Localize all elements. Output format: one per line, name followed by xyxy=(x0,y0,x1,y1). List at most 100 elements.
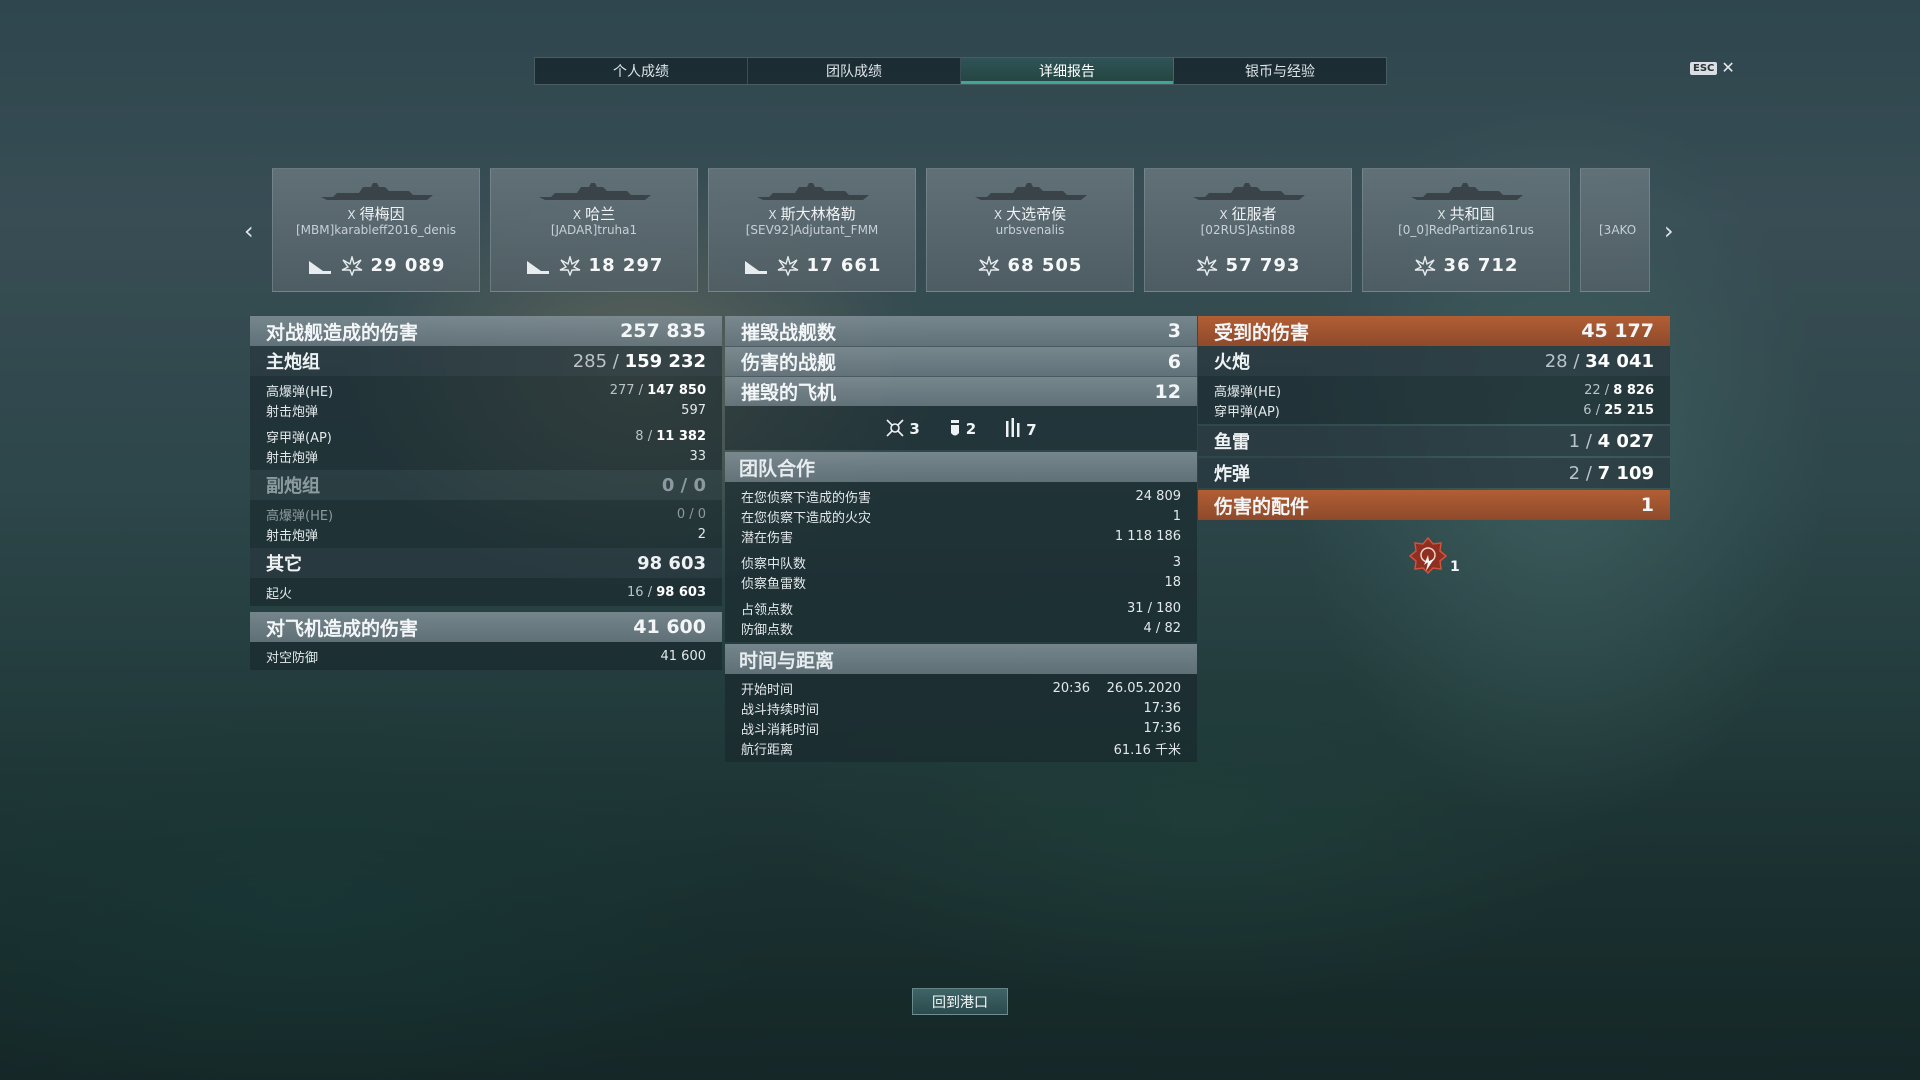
player-name: [3AKO xyxy=(1599,223,1637,237)
ship-tier: X xyxy=(993,208,1003,222)
ship-name: 得梅因 xyxy=(359,205,405,223)
ship-damage: 18 297 xyxy=(588,255,664,276)
defense-points-label: 防御点数 xyxy=(741,622,794,638)
battleship-silhouette-icon xyxy=(975,183,1087,200)
ship-damage: 57 793 xyxy=(1225,255,1301,276)
ship-card[interactable]: X 征服者 [02RUS]Astin88 57 793 xyxy=(1144,168,1352,292)
ship-card[interactable]: X 得梅因 [MBM]karableff2016_denis 29 089 xyxy=(272,168,480,292)
guns-damage: 34 041 xyxy=(1585,350,1654,372)
ship-damage: 17 661 xyxy=(806,255,882,276)
fighter-count: 3 xyxy=(909,420,920,438)
destroyed-planes-value: 12 xyxy=(1154,380,1181,403)
ship-tier: X xyxy=(1219,208,1228,222)
spotted-squads-label: 侦察中队数 xyxy=(741,556,807,572)
spotted-torps-value: 18 xyxy=(1164,574,1181,590)
battleship-silhouette-icon xyxy=(757,183,869,200)
bomber-icon xyxy=(950,420,959,436)
chevron-left-icon: ‹ xyxy=(244,217,254,245)
bomb-damage: 7 109 xyxy=(1597,462,1654,484)
ship-damage: 36 712 xyxy=(1443,255,1519,276)
ship-name: 斯大林格勒 xyxy=(780,205,856,223)
damage-icon xyxy=(777,255,798,276)
potential-damage-label: 潜在伤害 xyxy=(741,530,794,546)
ship-name: 共和国 xyxy=(1449,205,1495,223)
damage-to-aircraft-value: 41 600 xyxy=(633,616,706,638)
fire-hits: 16 xyxy=(627,584,644,600)
damage-received-label: 受到的伤害 xyxy=(1214,321,1310,344)
damage-to-ships-value: 257 835 xyxy=(620,320,706,342)
battleship-silhouette-icon xyxy=(539,183,651,200)
ap-shots-label: 射击炮弹 xyxy=(266,450,319,466)
recv-ap-damage: 25 215 xyxy=(1604,402,1654,418)
ap-damage: 11 382 xyxy=(656,428,706,444)
ship-card[interactable]: X 共和国 [0_0]RedPartizan61rus 36 712 xyxy=(1362,168,1570,292)
main-battery-label: 主炮组 xyxy=(266,352,320,373)
recv-he-damage: 8 826 xyxy=(1613,382,1654,398)
ap-hits: 8 xyxy=(635,428,644,444)
damaged-ships-value: 6 xyxy=(1167,350,1181,373)
return-to-port-button[interactable]: 回到港口 xyxy=(912,988,1008,1015)
fire-label: 起火 xyxy=(266,586,293,602)
start-time-value: 20:36 xyxy=(1052,680,1091,696)
elapsed-label: 战斗消耗时间 xyxy=(741,722,820,738)
distance-value: 61.16 千米 xyxy=(1113,742,1181,758)
battleship-silhouette-icon xyxy=(1411,183,1523,200)
plane-types-strip: 3 2 7 xyxy=(725,406,1197,450)
other-label: 其它 xyxy=(266,554,302,575)
ship-card[interactable]: X 斯大林格勒 [SEV92]Adjutant_FMM 17 661 xyxy=(708,168,916,292)
ship-tier: X xyxy=(347,208,356,222)
tab-personal[interactable]: 个人成绩 xyxy=(535,58,748,84)
tab-team[interactable]: 团队成绩 xyxy=(748,58,961,84)
damage-dealt-panel: 对战舰造成的伤害 257 835 主炮组 285 / 159 232 高爆弹(H… xyxy=(250,316,722,670)
close-button[interactable]: ESC ✕ xyxy=(1690,60,1735,76)
recv-he-label: 高爆弹(HE) xyxy=(1214,384,1282,400)
ship-tier: X xyxy=(1437,208,1446,222)
damage-icon xyxy=(559,255,580,276)
esc-key-icon: ESC xyxy=(1690,61,1718,75)
start-time-label: 开始时间 xyxy=(741,682,794,698)
player-name: [0_0]RedPartizan61rus xyxy=(1398,223,1534,237)
carousel-next-button[interactable]: › xyxy=(1664,217,1674,245)
torpedo-hits: 1 xyxy=(1568,430,1581,452)
sunk-icon xyxy=(308,260,331,274)
ship-name: 哈兰 xyxy=(585,205,616,223)
ship-card[interactable]: X 大选帝侯 urbsvenalis 68 505 xyxy=(926,168,1134,292)
destroyed-ships-value: 3 xyxy=(1167,320,1181,342)
tab-credits-xp[interactable]: 银币与经验 xyxy=(1174,58,1386,84)
kills-team-panel: 摧毁战舰数 3 伤害的战舰 6 摧毁的飞机 12 3 2 7 团队合作 在您侦察… xyxy=(725,316,1197,762)
chevron-right-icon: › xyxy=(1664,217,1674,245)
he-damage: 147 850 xyxy=(647,382,706,398)
damaged-modules-label: 伤害的配件 xyxy=(1214,495,1310,518)
spot-fires-value: 1 xyxy=(1172,508,1181,524)
sec-shots-label: 射击炮弹 xyxy=(266,528,319,544)
distance-label: 航行距离 xyxy=(741,742,794,758)
tab-detailed-report[interactable]: 详细报告 xyxy=(961,58,1174,84)
bomb-hits: 2 xyxy=(1568,462,1581,484)
damage-to-ships-label: 对战舰造成的伤害 xyxy=(266,321,419,344)
ship-card[interactable]: [3AKO xyxy=(1580,168,1650,292)
ship-name: 大选帝侯 xyxy=(1006,205,1067,223)
ship-damage: 29 089 xyxy=(370,255,446,276)
damaged-module-count: 1 xyxy=(1450,559,1460,575)
damaged-ships-label: 伤害的战舰 xyxy=(741,352,837,374)
player-name: [JADAR]truha1 xyxy=(550,223,638,237)
aa-defense-value: 41 600 xyxy=(660,648,707,664)
main-battery-damage: 159 232 xyxy=(624,350,706,372)
recv-he-hits: 22 xyxy=(1584,382,1601,398)
torpedo-bomber-icon xyxy=(1006,418,1020,437)
player-name: [SEV92]Adjutant_FMM xyxy=(745,223,879,237)
ship-damage: 68 505 xyxy=(1007,255,1083,276)
sunk-icon xyxy=(526,260,549,274)
teamwork-header: 团队合作 xyxy=(725,452,1197,482)
bomb-label: 炸弹 xyxy=(1214,464,1250,485)
ship-card[interactable]: X 哈兰 [JADAR]truha1 18 297 xyxy=(490,168,698,292)
ship-tier: X xyxy=(572,208,582,222)
damaged-modules-value: 1 xyxy=(1640,494,1654,516)
carousel-prev-button[interactable]: ‹ xyxy=(244,217,254,245)
player-name: [02RUS]Astin88 xyxy=(1200,223,1296,237)
damaged-module-icon xyxy=(1408,536,1448,575)
torpedo-damage: 4 027 xyxy=(1597,430,1654,452)
fire-damage: 98 603 xyxy=(656,584,706,600)
main-battery-hits: 285 xyxy=(572,350,608,372)
ap-label: 穿甲弹(AP) xyxy=(266,430,332,446)
